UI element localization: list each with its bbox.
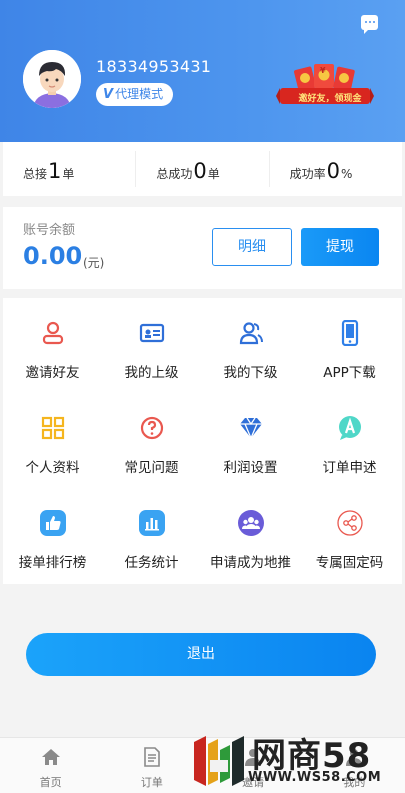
menu-ranking[interactable]: 接单排行榜 (3, 488, 102, 582)
logout-button[interactable]: 退出 (26, 633, 376, 676)
thumbs-up-icon (39, 510, 66, 536)
menu-my-superior[interactable]: 我的上级 (102, 298, 201, 392)
menu-app-download[interactable]: APP下载 (300, 298, 399, 392)
message-icon[interactable] (361, 15, 378, 34)
coin-symbol: ¥ (320, 66, 326, 75)
stat-unit: 单 (207, 167, 220, 181)
menu-order-appeal[interactable]: 订单申述 (300, 393, 399, 487)
menu-invite-friends[interactable]: 邀请好友 (3, 298, 102, 392)
menu-my-subordinates[interactable]: 我的下级 (201, 298, 300, 392)
home-icon (41, 749, 60, 765)
tab-home[interactable]: 首页 (0, 738, 101, 793)
bar-chart-icon (138, 510, 165, 536)
balance-card: 账号余额 0.00 (元) 明细 提现 (3, 207, 402, 289)
grid-icon (41, 416, 64, 440)
avatar[interactable] (23, 50, 81, 108)
stat-value: 0 (326, 159, 341, 183)
stat-value: 1 (48, 159, 62, 183)
share-icon (336, 510, 363, 536)
balance-unit: (元) (83, 256, 105, 270)
menu-label: APP下载 (323, 365, 376, 381)
check-v-icon: V (103, 87, 114, 102)
stat-unit: 单 (62, 167, 75, 181)
menu-label: 利润设置 (223, 460, 278, 476)
stat-total-success: 总成功 0 单 (136, 151, 270, 187)
menu-label: 常见问题 (124, 460, 179, 476)
menu-label: 我的下级 (223, 365, 278, 381)
menu-label: 个人资料 (25, 460, 80, 476)
watermark-url: WWW.WS58.COM (248, 770, 382, 785)
invite-promo-banner[interactable]: ¥ 邀好友，领现金 (276, 62, 374, 110)
stat-total-orders: 总接 1 单 (3, 151, 137, 187)
balance-label: 账号余额 (23, 223, 76, 238)
stat-unit: % (341, 167, 353, 181)
menu-label: 专属固定码 (315, 555, 384, 571)
stat-label: 总接 (23, 167, 48, 181)
stat-success-rate: 成功率 0 % (270, 151, 402, 187)
diamond-icon (239, 417, 262, 440)
menu-label: 订单申述 (322, 460, 377, 476)
id-card-icon (139, 323, 164, 343)
promo-text: 邀好友，领现金 (298, 94, 362, 104)
menu-apply-promoter[interactable]: 申请成为地推 (201, 488, 300, 582)
order-stats: 总接 1 单 总成功 0 单 成功率 0 % (3, 142, 402, 196)
tab-label: 首页 (39, 776, 62, 789)
mode-badge-label: 代理模式 (115, 87, 164, 101)
site-watermark: 网商58 WWW.WS58.COM (190, 728, 405, 793)
menu-fixed-code[interactable]: 专属固定码 (300, 488, 399, 582)
document-icon (144, 747, 160, 767)
menu-grid: 邀请好友 我的上级 我的下级 APP下载 个人资料 常见问题 利润设置 订单申述… (3, 298, 402, 584)
menu-label: 任务统计 (124, 555, 179, 571)
appeal-icon (338, 416, 361, 440)
menu-label: 我的上级 (124, 365, 179, 381)
stat-label: 总成功 (156, 167, 193, 181)
phone-icon (341, 320, 358, 346)
menu-profit-settings[interactable]: 利润设置 (201, 393, 300, 487)
menu-profile[interactable]: 个人资料 (3, 393, 102, 487)
profile-header: 18334953431 V 代理模式 ¥ 邀好友，领现金 (0, 0, 405, 142)
withdraw-button[interactable]: 提现 (301, 228, 379, 266)
detail-button[interactable]: 明细 (212, 228, 292, 266)
users-icon (239, 322, 263, 345)
menu-label: 申请成为地推 (210, 555, 291, 571)
balance-amount: 0.00 (23, 242, 83, 270)
agent-mode-badge[interactable]: V 代理模式 (96, 83, 174, 106)
tab-orders[interactable]: 订单 (101, 738, 202, 793)
group-icon (237, 510, 264, 536)
person-icon (42, 321, 63, 345)
user-phone: 18334953431 (96, 57, 212, 76)
menu-faq[interactable]: 常见问题 (102, 393, 201, 487)
stat-value: 0 (193, 159, 207, 183)
menu-label: 邀请好友 (25, 365, 80, 381)
stat-label: 成功率 (289, 167, 326, 181)
watermark-logo-icon (194, 736, 244, 786)
menu-task-stats[interactable]: 任务统计 (102, 488, 201, 582)
tab-label: 订单 (140, 776, 163, 789)
menu-label: 接单排行榜 (18, 555, 87, 571)
question-icon (140, 416, 163, 440)
